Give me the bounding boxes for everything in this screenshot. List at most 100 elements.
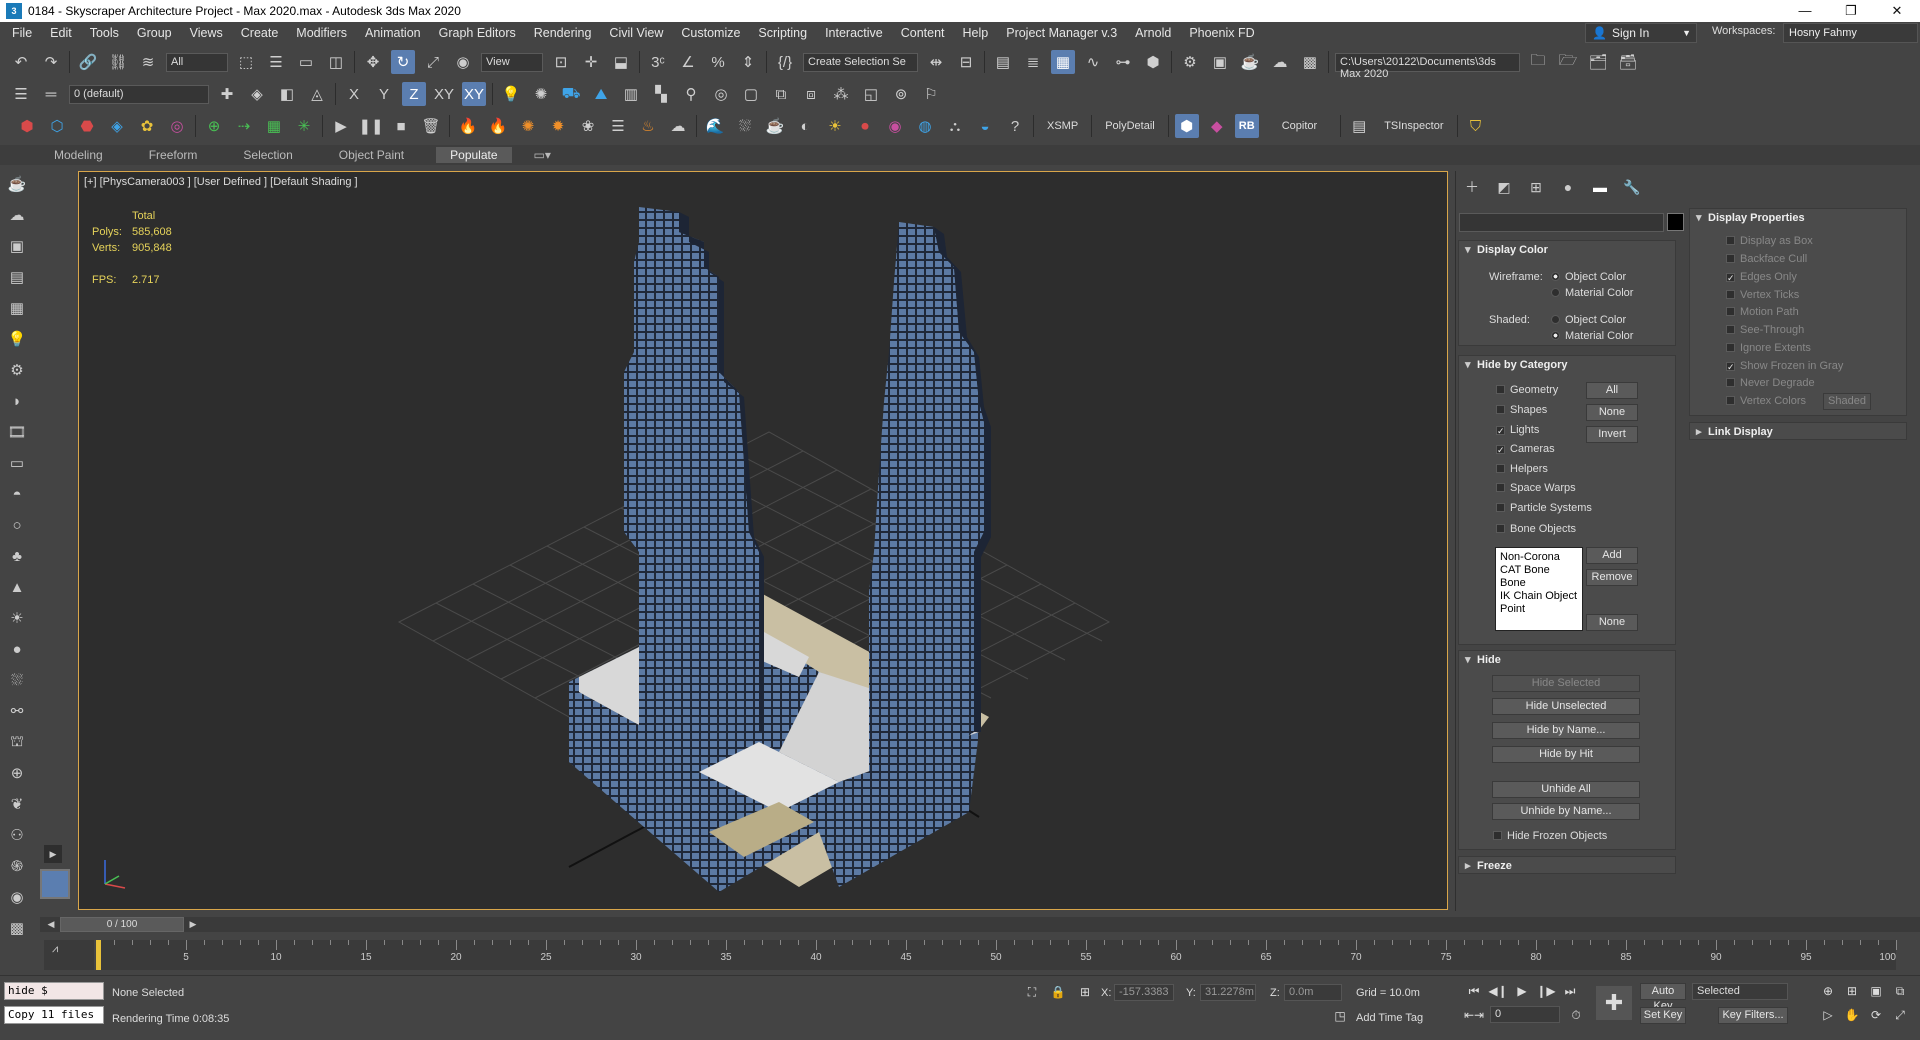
list-item[interactable]: Bone [1500, 577, 1578, 590]
create-tab-icon[interactable]: ＋ [1456, 177, 1488, 197]
zoom-extents-icon[interactable]: ▣ [1866, 982, 1886, 1000]
create-layer-icon[interactable]: ✚ [215, 82, 239, 106]
axis-y-button[interactable]: Y [372, 82, 396, 106]
rb-button[interactable]: RB [1234, 114, 1259, 138]
plugin-ring-icon[interactable]: ◎ [165, 114, 189, 138]
tab-freeform[interactable]: Freeform [135, 147, 212, 163]
menu-file[interactable]: File [0, 26, 41, 40]
category-geometry[interactable]: Geometry [1496, 384, 1558, 396]
list-item[interactable]: Non-Corona [1500, 551, 1578, 564]
select-by-name-icon[interactable]: ☰ [264, 50, 288, 74]
link-display-header[interactable]: Link Display [1690, 423, 1906, 441]
invert-button[interactable]: Invert [1586, 426, 1638, 443]
link-icon[interactable]: 🔗 [76, 50, 100, 74]
smoke-icon[interactable]: ☁ [666, 114, 690, 138]
mirror-icon[interactable]: ⇹ [924, 50, 948, 74]
next-frame-icon[interactable]: ❙▶ [1536, 982, 1556, 1000]
plugin-box-icon[interactable]: ⬢ [1174, 114, 1199, 138]
list-item[interactable]: Point [1500, 603, 1578, 616]
time-slider-marker[interactable] [96, 940, 101, 970]
remove-button[interactable]: Remove [1586, 569, 1638, 586]
ignore-extents-checkbox[interactable]: Ignore Extents [1726, 342, 1811, 354]
film-icon[interactable]: 🎞 [5, 420, 29, 444]
proxy-icon[interactable]: ⧉ [769, 82, 793, 106]
plane-icon[interactable]: ◱ [859, 82, 883, 106]
display-tab-icon[interactable]: ▬ [1584, 177, 1616, 197]
menu-create[interactable]: Create [232, 26, 288, 40]
snap-toggle-icon[interactable]: 3ᶜ [646, 50, 670, 74]
figure-icon[interactable]: ⚇ [5, 823, 29, 847]
bulb-icon[interactable]: ⚐ [919, 82, 943, 106]
display-properties-header[interactable]: Display Properties [1690, 209, 1906, 227]
fire-simulator-icon[interactable]: 🔥 [456, 114, 480, 138]
unhide-by-name-button[interactable]: Unhide by Name... [1492, 803, 1640, 820]
ocean-icon[interactable]: ◍ [913, 114, 937, 138]
rotate-icon[interactable]: ↻ [391, 50, 415, 74]
grid-icon[interactable]: ▥ [619, 82, 643, 106]
table-icon[interactable]: ▦ [5, 296, 29, 320]
play-animation-icon[interactable]: ▶ [1512, 982, 1532, 1000]
trash-icon[interactable]: 🗑 [419, 114, 443, 138]
none-button[interactable]: None [1586, 404, 1638, 421]
project-folder-icon[interactable]: 🗀 [1526, 50, 1550, 74]
axis-z-button[interactable]: Z [402, 82, 426, 106]
time-slider-next-icon[interactable]: ▶ [186, 917, 200, 932]
layer-dropdown[interactable]: 0 (default) [69, 84, 209, 104]
gizmo-icon[interactable]: ◉ [883, 114, 907, 138]
sphere-icon[interactable]: ○ [5, 513, 29, 537]
category-space-warps[interactable]: Space Warps [1496, 482, 1576, 494]
frame-icon[interactable]: ▢ [739, 82, 763, 106]
pivot-center-icon[interactable]: ⊡ [549, 50, 573, 74]
cloud-icon[interactable]: ☁ [5, 203, 29, 227]
curve-editor-icon[interactable]: ∿ [1081, 50, 1105, 74]
ribbon-toggle-icon[interactable]: ▦ [1051, 50, 1075, 74]
hide-header[interactable]: Hide [1459, 651, 1675, 669]
menu-views[interactable]: Views [181, 26, 232, 40]
workspace-select[interactable]: Hosny Fahmy [1783, 23, 1918, 43]
menu-arnold[interactable]: Arnold [1126, 26, 1180, 40]
plugin-flower-icon[interactable]: ✿ [135, 114, 159, 138]
select-layer-icon[interactable]: ◧ [275, 82, 299, 106]
mesher-icon[interactable]: ⛬ [943, 114, 967, 138]
vortex-icon[interactable]: ☰ [606, 114, 630, 138]
layer-manager-icon[interactable]: ☰ [9, 82, 33, 106]
hide-by-hit-button[interactable]: Hide by Hit [1492, 746, 1640, 763]
menu-tools[interactable]: Tools [81, 26, 128, 40]
orbit-icon[interactable]: ⟳ [1866, 1006, 1886, 1024]
hide-frozen-objects-checkbox[interactable]: Hide Frozen Objects [1493, 830, 1607, 842]
add-button[interactable]: Add [1586, 547, 1638, 564]
utilities-tab-icon[interactable]: 🔧 [1616, 177, 1648, 197]
key-filters-button[interactable]: Key Filters... [1718, 1007, 1788, 1024]
clipper-icon[interactable]: ⧈ [799, 82, 823, 106]
hide-selected-button[interactable]: Hide Selected [1492, 675, 1640, 692]
stop-icon[interactable]: ■ [389, 114, 413, 138]
scale-icon[interactable]: ⤢ [421, 50, 445, 74]
zoom-icon[interactable]: ⊕ [1818, 982, 1838, 1000]
render-production-icon[interactable]: ☕ [1238, 50, 1262, 74]
auto-key-button[interactable]: Auto Key [1640, 983, 1686, 1012]
maxscript-listener-input[interactable]: hide $ [4, 982, 104, 1000]
menu-customize[interactable]: Customize [672, 26, 749, 40]
menu-edit[interactable]: Edit [41, 26, 81, 40]
axis-x-button[interactable]: X [342, 82, 366, 106]
world-icon[interactable]: ⊕ [5, 761, 29, 785]
plugin-cube-icon[interactable]: ⬢ [15, 114, 39, 138]
edges-only-checkbox[interactable]: ✓ Edges Only [1726, 271, 1797, 283]
list-item[interactable]: IK Chain Object [1500, 590, 1578, 603]
menu-phoenix-fd[interactable]: Phoenix FD [1180, 26, 1263, 40]
isolate-selection-icon[interactable]: ⛶ [1022, 983, 1042, 1001]
ball-icon[interactable]: ● [5, 637, 29, 661]
fire-source-icon[interactable]: 🔥 [486, 114, 510, 138]
particle-icon[interactable]: ⛆ [733, 114, 757, 138]
project-path-dropdown[interactable]: C:\Users\20122\Documents\3ds Max 2020 [1335, 52, 1520, 80]
tab-populate[interactable]: Populate [436, 147, 512, 163]
all-button[interactable]: All [1586, 382, 1638, 399]
key-set-selection-dropdown[interactable]: Selected [1692, 983, 1788, 1000]
redo-icon[interactable]: ↷ [39, 50, 63, 74]
y-coordinate-field[interactable]: 31.2278m [1200, 984, 1256, 1001]
disc-icon[interactable]: ◉ [5, 885, 29, 909]
record-icon[interactable]: ⏺ [853, 114, 877, 138]
close-button[interactable]: ✕ [1874, 0, 1920, 22]
menu-content[interactable]: Content [892, 26, 954, 40]
menu-interactive[interactable]: Interactive [816, 26, 892, 40]
